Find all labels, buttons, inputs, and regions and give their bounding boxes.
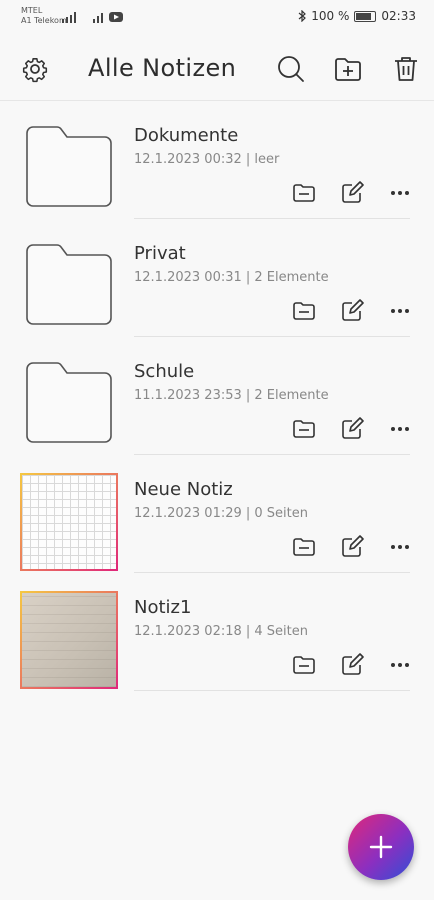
item-title: Schule <box>134 361 195 382</box>
edit-icon[interactable] <box>340 653 364 677</box>
edit-icon[interactable] <box>340 299 364 323</box>
list-item[interactable]: Notiz1 12.1.2023 02:18 | 4 Seiten <box>0 573 434 691</box>
signal-icon <box>62 12 76 23</box>
edit-icon[interactable] <box>340 535 364 559</box>
search-icon[interactable] <box>276 54 306 84</box>
item-meta: 12.1.2023 01:29 | 0 Seiten <box>134 506 309 521</box>
folder-icon <box>26 126 112 207</box>
item-meta: 12.1.2023 02:18 | 4 Seiten <box>134 624 309 639</box>
item-title: Notiz1 <box>134 597 192 618</box>
item-meta: 12.1.2023 00:32 | leer <box>134 152 280 167</box>
item-title: Neue Notiz <box>134 479 233 500</box>
plus-icon <box>369 835 393 859</box>
bluetooth-icon <box>298 10 307 22</box>
item-meta: 12.1.2023 00:31 | 2 Elemente <box>134 270 329 285</box>
trash-icon[interactable] <box>391 54 421 84</box>
gear-icon[interactable] <box>20 54 50 84</box>
note-thumbnail <box>20 473 118 571</box>
item-meta: 11.1.2023 23:53 | 2 Elemente <box>134 388 329 403</box>
move-folder-icon[interactable] <box>292 181 316 205</box>
battery-icon <box>354 10 377 22</box>
app-header: Alle Notizen <box>0 34 434 101</box>
more-icon[interactable] <box>388 299 412 323</box>
folder-icon <box>26 362 112 443</box>
edit-icon[interactable] <box>340 181 364 205</box>
signal-icon <box>93 13 103 23</box>
more-icon[interactable] <box>388 653 412 677</box>
add-note-button[interactable] <box>348 814 414 880</box>
list-item[interactable]: Dokumente 12.1.2023 00:32 | leer <box>0 101 434 219</box>
move-folder-icon[interactable] <box>292 535 316 559</box>
clock: 02:33 <box>381 9 416 23</box>
edit-icon[interactable] <box>340 417 364 441</box>
item-title: Privat <box>134 243 186 264</box>
list-item[interactable]: Schule 11.1.2023 23:53 | 2 Elemente <box>0 337 434 455</box>
item-title: Dokumente <box>134 125 239 146</box>
status-bar: MTEL A1 Telekom 100 % 02:33 <box>0 0 434 34</box>
list-item[interactable]: Neue Notiz 12.1.2023 01:29 | 0 Seiten <box>0 455 434 573</box>
page-title: Alle Notizen <box>88 54 237 82</box>
list-item[interactable]: Privat 12.1.2023 00:31 | 2 Elemente <box>0 219 434 337</box>
more-icon[interactable] <box>388 417 412 441</box>
new-folder-icon[interactable] <box>333 54 363 84</box>
move-folder-icon[interactable] <box>292 299 316 323</box>
more-icon[interactable] <box>388 181 412 205</box>
status-right: 100 % 02:33 <box>298 9 416 23</box>
folder-icon <box>26 244 112 325</box>
battery-percent: 100 % <box>311 9 350 23</box>
note-thumbnail <box>20 591 118 689</box>
notes-list: Dokumente 12.1.2023 00:32 | leer Privat … <box>0 101 434 691</box>
move-folder-icon[interactable] <box>292 653 316 677</box>
divider <box>134 690 410 691</box>
move-folder-icon[interactable] <box>292 417 316 441</box>
youtube-icon <box>109 12 123 22</box>
more-icon[interactable] <box>388 535 412 559</box>
